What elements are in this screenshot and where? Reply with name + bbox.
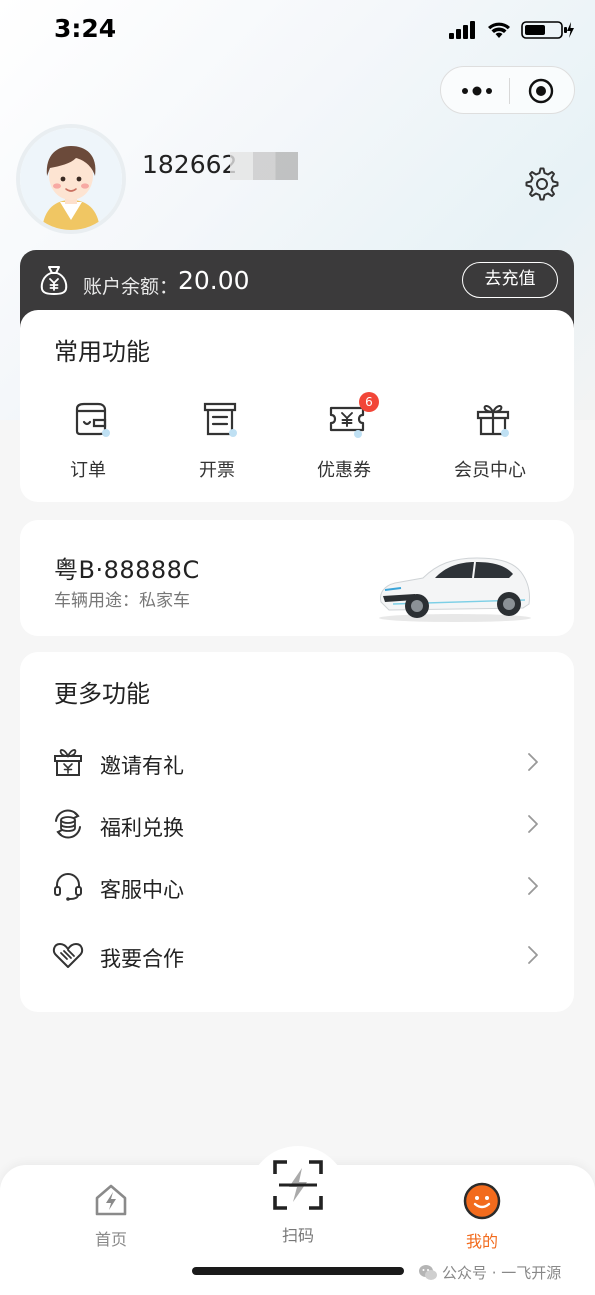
home-indicator xyxy=(192,1267,404,1275)
balance-value: 20.00 xyxy=(178,266,250,295)
tab-label: 扫码 xyxy=(281,1226,314,1245)
status-icons xyxy=(449,18,575,42)
invoice-icon xyxy=(203,402,237,437)
battery-icon xyxy=(521,21,574,39)
phone-number-mosaic xyxy=(230,152,298,180)
cellular-signal-icon xyxy=(449,21,475,39)
recharge-button[interactable]: 去充值 xyxy=(462,262,558,298)
vehicle-usage: 车辆用途：私家车 xyxy=(54,591,190,611)
list-item-cooperation[interactable]: 我要合作 xyxy=(20,929,574,979)
more-options-icon[interactable] xyxy=(459,81,495,101)
function-invoice[interactable]: 开票 xyxy=(152,394,282,484)
list-item-label: 我要合作 xyxy=(100,947,184,971)
capsule-divider xyxy=(509,78,510,104)
more-functions-card: 更多功能 邀请有礼 福利兑换 客服中心 我要合作 xyxy=(20,652,574,1012)
common-functions-card: 常用功能 订单 开票 6 优惠券 会员中心 xyxy=(20,310,574,502)
function-coupon[interactable]: 6 优惠券 xyxy=(279,392,409,484)
more-functions-title: 更多功能 xyxy=(54,680,150,708)
list-item-label: 福利兑换 xyxy=(100,816,184,840)
coupon-count-badge: 6 xyxy=(359,392,379,412)
balance-label: 账户余额： xyxy=(83,276,179,298)
gift-icon xyxy=(54,749,82,776)
common-functions-title: 常用功能 xyxy=(54,338,150,366)
tab-label: 首页 xyxy=(94,1230,127,1249)
chevron-right-icon xyxy=(528,753,538,771)
function-label: 订单 xyxy=(70,460,106,481)
tab-label: 我的 xyxy=(465,1232,498,1251)
chevron-right-icon xyxy=(528,815,538,833)
function-label: 会员中心 xyxy=(454,460,526,481)
list-item-customer-service[interactable]: 客服中心 xyxy=(20,860,574,910)
tab-home[interactable]: 首页 xyxy=(80,1180,142,1250)
car-image-icon xyxy=(379,557,531,622)
vehicle-card[interactable]: 粤B·88888C 车辆用途：私家车 xyxy=(20,520,574,636)
status-bar: 3:24 xyxy=(0,0,595,60)
function-label: 开票 xyxy=(199,460,235,481)
money-bag-icon xyxy=(40,266,68,295)
wifi-icon xyxy=(488,22,510,38)
home-bolt-icon xyxy=(95,1184,127,1216)
wechat-icon xyxy=(419,1264,437,1280)
function-member-center[interactable]: 会员中心 xyxy=(425,394,555,484)
list-item-label: 客服中心 xyxy=(100,878,184,902)
coin-exchange-icon xyxy=(55,809,81,839)
tab-mine[interactable]: 我的 xyxy=(452,1182,512,1252)
tab-scan[interactable]: 扫码 xyxy=(268,1158,328,1246)
mini-program-capsule xyxy=(440,66,575,114)
status-time: 3:24 xyxy=(54,14,117,43)
smiley-user-icon xyxy=(463,1182,501,1220)
handshake-heart-icon xyxy=(52,943,84,968)
watermark-text: 公众号 · 一飞开源 xyxy=(442,1264,562,1282)
list-item-label: 邀请有礼 xyxy=(100,754,184,778)
list-item-invite[interactable]: 邀请有礼 xyxy=(20,736,574,786)
settings-gear-icon[interactable] xyxy=(522,164,562,204)
scan-bolt-icon xyxy=(273,1160,323,1210)
close-mini-program-icon[interactable] xyxy=(527,77,555,105)
avatar[interactable] xyxy=(20,128,122,230)
function-label: 优惠券 xyxy=(317,460,371,481)
user-phone-number: 182662 xyxy=(142,150,238,179)
watermark: 公众号 · 一飞开源 xyxy=(418,1262,561,1283)
list-item-benefit-exchange[interactable]: 福利兑换 xyxy=(20,798,574,848)
license-plate: 粤B·88888C xyxy=(54,556,200,584)
avatar-illustration-icon xyxy=(20,128,122,230)
gift-box-icon xyxy=(476,405,510,437)
wallet-order-icon xyxy=(75,402,110,437)
headset-icon xyxy=(54,873,82,901)
chevron-right-icon xyxy=(528,946,538,964)
function-order[interactable]: 订单 xyxy=(23,394,153,484)
chevron-right-icon xyxy=(528,877,538,895)
